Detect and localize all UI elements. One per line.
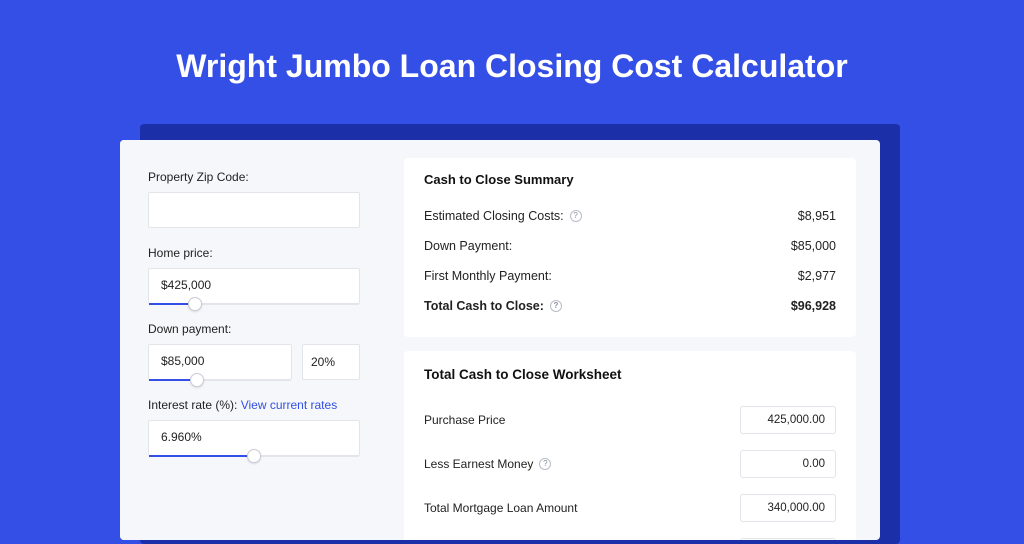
info-icon[interactable]: ? bbox=[570, 210, 582, 222]
home-price-label: Home price: bbox=[148, 246, 360, 260]
worksheet-input[interactable] bbox=[740, 406, 836, 434]
summary-total-row: Total Cash to Close: ? $96,928 bbox=[424, 291, 836, 321]
home-price-input[interactable] bbox=[148, 268, 360, 304]
down-payment-pct-input[interactable] bbox=[302, 344, 360, 380]
rate-field: Interest rate (%): View current rates bbox=[148, 398, 360, 456]
summary-total-value: $96,928 bbox=[791, 299, 836, 313]
worksheet-title: Total Cash to Close Worksheet bbox=[424, 367, 836, 382]
summary-label: Down Payment: bbox=[424, 239, 512, 253]
worksheet-label: Purchase Price bbox=[424, 413, 505, 427]
results-pane: Cash to Close Summary Estimated Closing … bbox=[380, 140, 880, 540]
down-payment-input[interactable] bbox=[148, 344, 292, 380]
info-icon[interactable]: ? bbox=[550, 300, 562, 312]
worksheet-input[interactable] bbox=[740, 494, 836, 522]
summary-row: First Monthly Payment: $2,977 bbox=[424, 261, 836, 291]
summary-card: Cash to Close Summary Estimated Closing … bbox=[404, 158, 856, 337]
zip-label: Property Zip Code: bbox=[148, 170, 360, 184]
worksheet-row: Total Mortgage Loan Amount bbox=[424, 486, 836, 530]
info-icon[interactable]: ? bbox=[539, 458, 551, 470]
worksheet-label: Less Earnest Money bbox=[424, 457, 533, 471]
slider-thumb[interactable] bbox=[190, 373, 204, 387]
home-price-slider-wrap bbox=[148, 268, 360, 304]
worksheet-row: Purchase Price bbox=[424, 398, 836, 442]
inputs-pane: Property Zip Code: Home price: Down paym… bbox=[120, 140, 380, 540]
worksheet-input[interactable] bbox=[740, 450, 836, 478]
worksheet-row: Total Second Mortgage Amount ? bbox=[424, 530, 836, 540]
summary-row: Estimated Closing Costs: ? $8,951 bbox=[424, 201, 836, 231]
summary-total-label: Total Cash to Close: bbox=[424, 299, 544, 313]
view-rates-link[interactable]: View current rates bbox=[241, 398, 338, 412]
down-payment-label: Down payment: bbox=[148, 322, 360, 336]
down-payment-field: Down payment: bbox=[148, 322, 360, 380]
calculator-card: Property Zip Code: Home price: Down paym… bbox=[120, 140, 880, 540]
worksheet-input[interactable] bbox=[740, 538, 836, 540]
rate-label: Interest rate (%): View current rates bbox=[148, 398, 360, 412]
home-price-slider[interactable] bbox=[149, 303, 359, 305]
slider-thumb[interactable] bbox=[188, 297, 202, 311]
rate-slider-wrap bbox=[148, 420, 360, 456]
summary-row: Down Payment: $85,000 bbox=[424, 231, 836, 261]
worksheet-row: Less Earnest Money ? bbox=[424, 442, 836, 486]
summary-label: First Monthly Payment: bbox=[424, 269, 552, 283]
home-price-field: Home price: bbox=[148, 246, 360, 304]
rate-slider[interactable] bbox=[149, 455, 359, 457]
summary-value: $8,951 bbox=[798, 209, 836, 223]
down-payment-slider-wrap bbox=[148, 344, 292, 380]
zip-field: Property Zip Code: bbox=[148, 170, 360, 228]
summary-value: $85,000 bbox=[791, 239, 836, 253]
page-title: Wright Jumbo Loan Closing Cost Calculato… bbox=[0, 0, 1024, 113]
down-payment-slider[interactable] bbox=[149, 379, 291, 381]
summary-label: Estimated Closing Costs: bbox=[424, 209, 564, 223]
summary-title: Cash to Close Summary bbox=[424, 172, 836, 187]
slider-thumb[interactable] bbox=[247, 449, 261, 463]
rate-label-text: Interest rate (%): bbox=[148, 398, 241, 412]
worksheet-label: Total Mortgage Loan Amount bbox=[424, 501, 577, 515]
summary-value: $2,977 bbox=[798, 269, 836, 283]
zip-input[interactable] bbox=[148, 192, 360, 228]
